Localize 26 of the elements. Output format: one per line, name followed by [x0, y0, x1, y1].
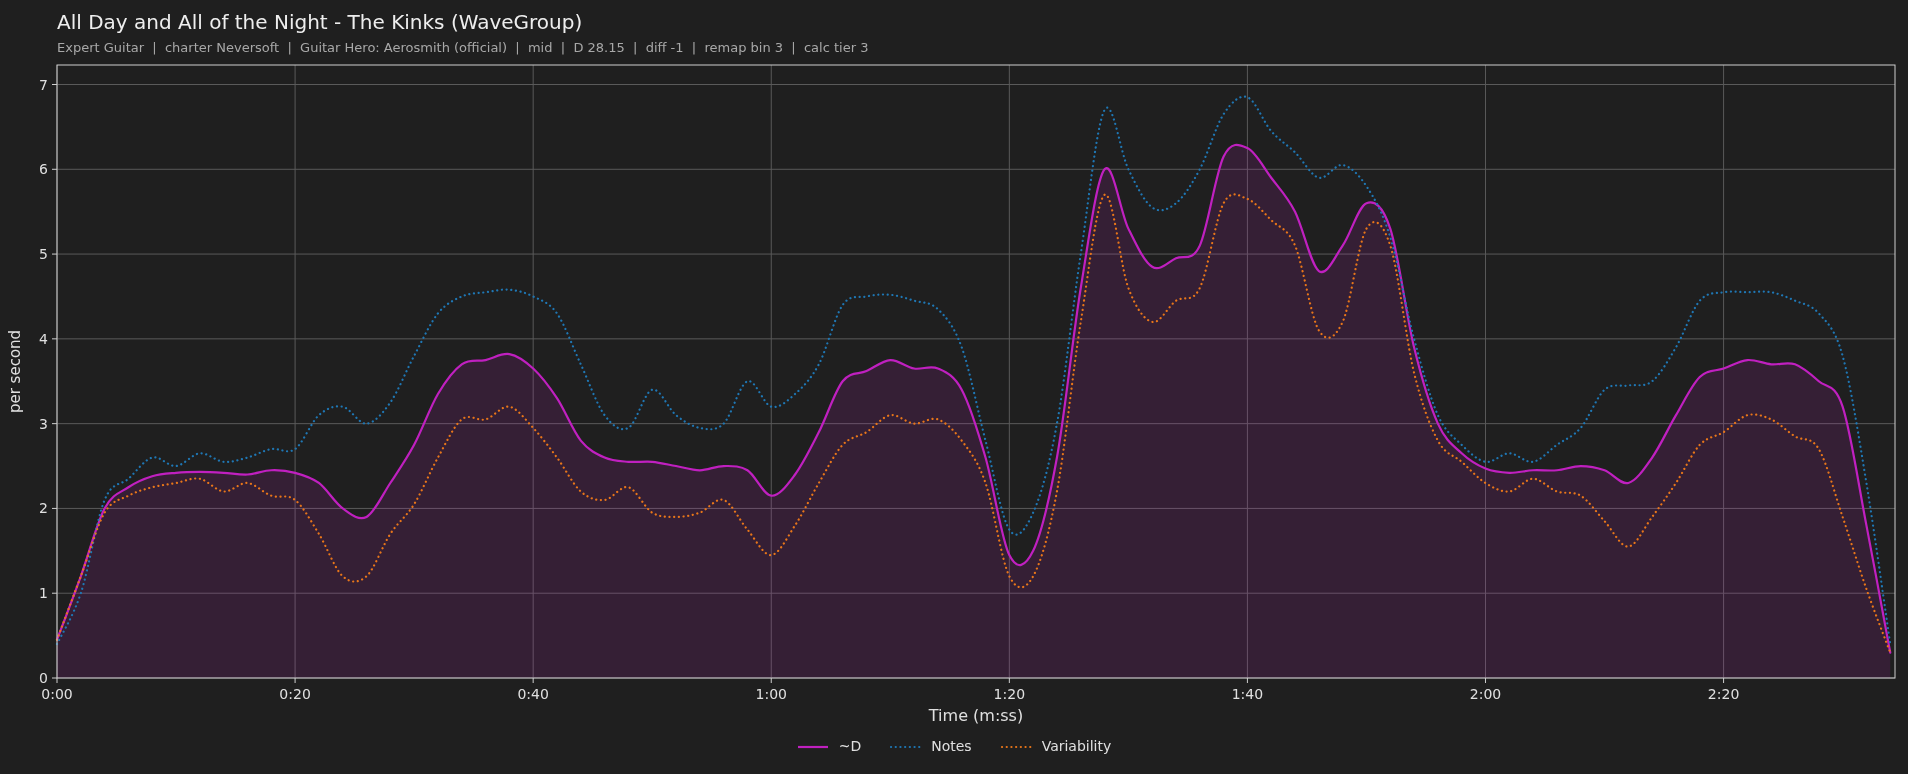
legend-label: ~D [838, 737, 862, 756]
solid-line-icon [796, 744, 829, 749]
x-tick-label: 1:40 [1231, 686, 1264, 702]
x-tick-label: 0:40 [517, 686, 549, 702]
y-tick-label: 0 [39, 670, 48, 686]
y-tick-label: 2 [39, 500, 48, 517]
legend-label: Variability [1041, 737, 1112, 756]
y-axis-label: per second [6, 329, 24, 414]
y-tick-label: 5 [39, 246, 48, 263]
chart-subtitle: Expert Guitar | charter Neversoft | Guitar Hero: Aerosmith (official) | mid | D 28.15 | diff -1 | remap bin 3 | calc tier 3 [57, 39, 870, 57]
x-tick-label: 1:20 [993, 686, 1026, 702]
dotted-line-icon [999, 744, 1032, 749]
x-tick-label: 2:20 [1707, 686, 1740, 702]
y-tick-label: 7 [39, 76, 48, 93]
x-tick-label: 1:00 [755, 686, 787, 702]
y-tick-label: 6 [39, 161, 48, 178]
y-tick-label: 4 [39, 330, 48, 347]
x-tick-label: 0:00 [41, 686, 73, 702]
y-tick-label: 3 [39, 415, 48, 432]
dotted-line-icon [889, 744, 922, 749]
legend-label: Notes [931, 737, 972, 756]
y-tick-label: 1 [39, 585, 48, 602]
x-tick-label: 2:00 [1469, 686, 1502, 702]
chart-title: All Day and All of the Night - The Kinks (WaveGroup) [57, 9, 584, 35]
x-tick-label: 0:20 [279, 686, 311, 702]
x-axis-label: Time (m:ss) [928, 706, 1024, 725]
